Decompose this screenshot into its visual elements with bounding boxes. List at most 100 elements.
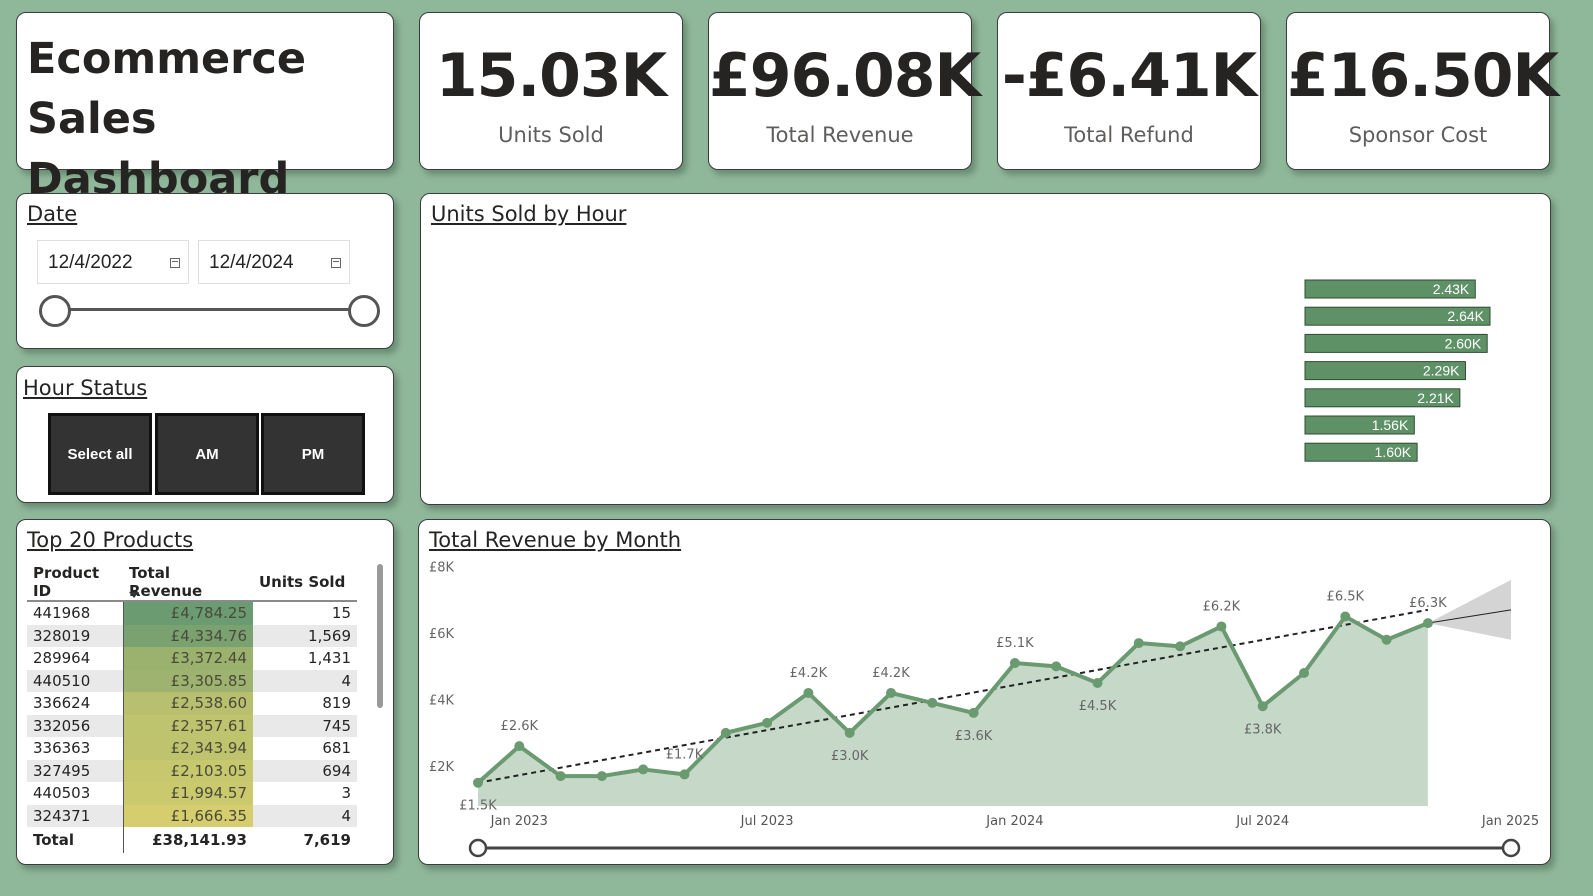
revenue-point[interactable] (1051, 661, 1062, 672)
revenue-cell: £1,994.57 (122, 782, 253, 805)
data-label: £1.5K (459, 799, 497, 814)
am-button[interactable]: AM (155, 413, 259, 495)
revenue-point[interactable] (1340, 611, 1351, 622)
hour-bar-label: 2.29K (1423, 363, 1460, 379)
title-card: Ecommerce Sales Dashboard (16, 12, 394, 204)
hour-status-card: Hour Status Select all AM PM (16, 366, 394, 503)
revenue-by-month-card: Total Revenue by Month £8K £6K £4K £2K Jan 2… (418, 519, 1551, 865)
revenue-point[interactable] (1009, 658, 1020, 669)
revenue-point[interactable] (1257, 701, 1268, 712)
range-start-handle[interactable] (468, 838, 488, 858)
column-header-total-revenue[interactable]: Total Revenue (123, 564, 253, 602)
kpi-value: 15.03K (435, 41, 667, 111)
table-row[interactable]: 440510 £3,305.85 4 (27, 669, 357, 692)
data-label: £3.0K (831, 749, 869, 764)
table-row[interactable]: 441968 £4,784.25 15 (27, 601, 357, 625)
revenue-cell: £2,343.94 (122, 737, 253, 760)
table-scrollbar[interactable] (377, 564, 383, 708)
product-id-cell: 441968 (33, 604, 91, 623)
revenue-point[interactable] (555, 771, 566, 782)
product-id-cell: 332056 (27, 714, 123, 737)
revenue-point[interactable] (968, 707, 979, 718)
product-id-cell: 324371 (27, 804, 123, 827)
table-row[interactable]: 289964 £3,372.44 1,431 (27, 647, 357, 670)
product-id-cell: 336624 (33, 694, 91, 713)
revenue-point[interactable] (679, 769, 690, 780)
data-label: £6.2K (1203, 599, 1241, 614)
revenue-point[interactable] (844, 727, 855, 738)
title-line-2: Sales Dashboard (27, 94, 290, 204)
end-date-input[interactable]: 12/4/2024 (198, 240, 350, 284)
units-cell: 745 (253, 714, 357, 737)
table-row[interactable]: 336624 £2,538.60 819 (27, 692, 357, 715)
revenue-point[interactable] (1092, 677, 1103, 688)
table-body: 441968 £4,784.25 15 328019 £4,334.76 1,569 289… (27, 601, 357, 853)
kpi-label: Units Sold (498, 123, 604, 147)
table-row[interactable]: 336363 £2,343.94 681 (27, 737, 357, 760)
revenue-point[interactable] (1299, 668, 1309, 678)
units-cell: 4 (253, 669, 357, 692)
units-cell: 4 (253, 804, 357, 827)
select-all-button[interactable]: Select all (48, 413, 152, 495)
column-header-label: Total Revenue (129, 564, 203, 600)
hour-bar-label: 2.64K (1447, 308, 1484, 324)
hour-bar-label: 1.56K (1372, 417, 1409, 433)
revenue-point[interactable] (473, 777, 483, 788)
kpi-card-total-revenue: £96.08K Total Revenue (708, 12, 981, 170)
revenue-point[interactable] (1381, 634, 1392, 645)
product-id-cell: 336363 (33, 739, 91, 758)
top-products-card: Top 20 Products Product ID Total Revenue… (16, 519, 394, 865)
units-cell: 1,569 (253, 624, 357, 647)
data-label: £6.3K (1409, 596, 1447, 611)
kpi-card-units-sold: 15.03K Units Sold (419, 12, 683, 170)
revenue-point[interactable] (1422, 618, 1433, 629)
revenue-point[interactable] (720, 727, 731, 738)
kpi-label: Total Revenue (766, 123, 914, 147)
data-label: £1.7K (666, 747, 704, 762)
table-row[interactable]: 328019 £4,334.76 1,569 (27, 624, 357, 647)
kpi-value: £96.08K (709, 41, 981, 111)
hour-bar-label: 2.60K (1445, 335, 1482, 351)
calendar-icon[interactable] (331, 258, 341, 268)
hour-bar-label: 2.43K (1433, 281, 1470, 297)
product-id-cell: 327495 (27, 759, 123, 782)
y-tick-label: £4K (429, 694, 455, 709)
table-row[interactable]: 332056 £2,357.61 745 (27, 714, 357, 737)
x-tick-label: Jan 2025 (1481, 814, 1539, 829)
revenue-point[interactable] (1216, 621, 1227, 632)
revenue-point[interactable] (762, 717, 773, 728)
revenue-point[interactable] (1133, 638, 1144, 649)
dashboard-title: Ecommerce Sales Dashboard (27, 29, 393, 209)
table-row[interactable]: 324371 £1,666.35 4 (27, 804, 357, 827)
calendar-icon[interactable] (170, 258, 180, 268)
hour-status-title: Hour Status (23, 376, 148, 400)
hour-bar-label: 1.60K (1375, 444, 1412, 460)
revenue-point[interactable] (638, 764, 649, 775)
date-slicer-title: Date (27, 202, 78, 226)
column-header-product-id[interactable]: Product ID (27, 564, 123, 602)
x-tick-label: Jan 2023 (490, 814, 548, 829)
total-label: Total (27, 827, 123, 853)
column-header-units-sold[interactable]: Units Sold (253, 564, 357, 602)
revenue-point[interactable] (596, 771, 607, 782)
revenue-cell: £2,103.05 (122, 759, 253, 782)
revenue-cell: £3,305.85 (122, 669, 253, 692)
table-row[interactable]: 440503 £1,994.57 3 (27, 782, 357, 805)
revenue-point[interactable] (803, 687, 814, 698)
range-end-handle[interactable] (1501, 838, 1521, 858)
kpi-value: £16.50K (1287, 41, 1559, 111)
date-range-start-handle[interactable] (39, 295, 71, 327)
units-cell: 681 (322, 739, 351, 758)
revenue-point[interactable] (886, 687, 896, 698)
kpi-label: Total Refund (1064, 123, 1194, 147)
revenue-by-month-chart: £8K £6K £4K £2K Jan 2023 Jul 2023 Jan 2024 Jul … (429, 561, 1539, 858)
data-label: £5.1K (996, 636, 1034, 651)
revenue-point[interactable] (927, 697, 938, 708)
date-range-end-handle[interactable] (348, 295, 380, 327)
pm-button[interactable]: PM (261, 413, 365, 495)
start-date-input[interactable]: 12/4/2022 (37, 240, 189, 284)
revenue-point[interactable] (514, 741, 525, 752)
revenue-point[interactable] (1175, 641, 1186, 652)
units-cell: 819 (322, 694, 351, 713)
table-row[interactable]: 327495 £2,103.05 694 (27, 759, 357, 782)
